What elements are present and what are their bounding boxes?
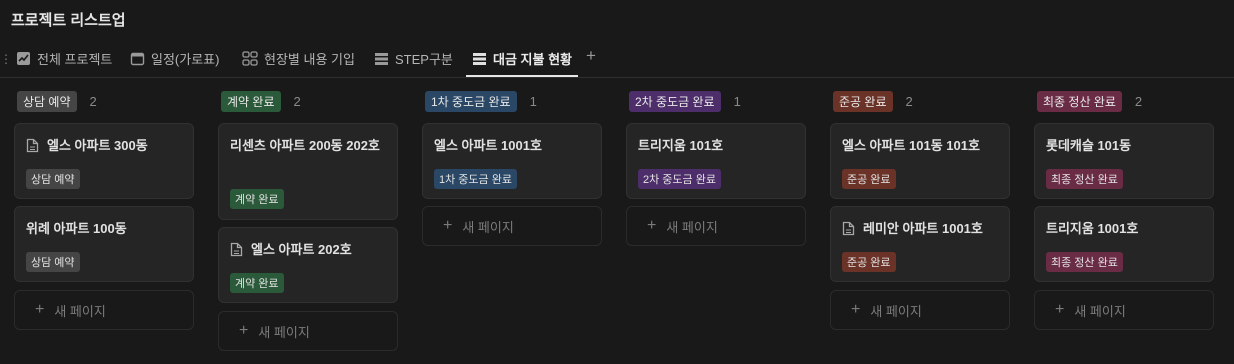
board-card[interactable]: 트리지움 1001호 최종 정산 완료 [1034, 206, 1214, 282]
document-icon [230, 242, 243, 263]
card-title: 엘스 아파트 202호 [251, 242, 352, 257]
gallery-grid-icon [242, 50, 258, 66]
add-view-button[interactable]: + [586, 46, 596, 66]
new-page-button[interactable]: + 새 페이지 [422, 206, 602, 246]
column-status-tag: 상담 예약 [17, 90, 77, 112]
new-page-button[interactable]: + 새 페이지 [14, 290, 194, 330]
table-icon [374, 51, 389, 66]
plus-icon: + [239, 322, 249, 339]
new-page-label: 새 페이지 [870, 303, 922, 319]
board-card[interactable]: 롯데캐슬 101동 최종 정산 완료 [1034, 123, 1214, 199]
column-count: 2 [89, 93, 97, 109]
tab-label: 전체 프로젝트 [37, 51, 113, 67]
page-title: 프로젝트 리스트업 [11, 12, 126, 29]
status-badge: 1차 중도금 완료 [434, 169, 517, 189]
column-count: 1 [733, 93, 741, 109]
tab-all-projects[interactable]: 전체 프로젝트 [16, 40, 112, 76]
new-page-label: 새 페이지 [54, 303, 106, 319]
plus-icon: + [1055, 301, 1065, 318]
board-column-second-payment: 2차 중도금 완료 1 트리지움 101호 2차 중도금 완료 + 새 페이지 [626, 90, 808, 246]
card-title: 엘스 아파트 1001호 [434, 138, 542, 153]
tab-schedule[interactable]: 일정(가로표) [130, 40, 219, 76]
column-status-tag: 계약 완료 [221, 90, 281, 112]
board-icon [472, 51, 487, 66]
card-title: 롯데캐슬 101동 [1046, 138, 1132, 153]
column-count: 2 [1134, 93, 1143, 109]
status-badge: 2차 중도금 완료 [638, 169, 721, 189]
tab-label: 대금 지불 현황 [493, 51, 572, 67]
card-title: 트리지움 1001호 [1046, 221, 1139, 236]
new-page-button[interactable]: + 새 페이지 [218, 311, 398, 351]
card-title: 레미안 아파트 1001호 [863, 221, 983, 236]
column-status-tag: 준공 완료 [833, 90, 893, 112]
status-badge: 최종 정산 완료 [1046, 169, 1123, 189]
tab-site-notes[interactable]: 현장별 내용 기입 [242, 40, 355, 76]
status-badge: 상담 예약 [26, 169, 80, 189]
status-badge: 최종 정산 완료 [1046, 252, 1123, 272]
board-card[interactable]: 위례 아파트 100동 상담 예약 [14, 206, 194, 282]
board-card[interactable]: 리센츠 아파트 200동 202호 계약 완료 [218, 123, 398, 220]
plus-icon: + [443, 217, 453, 234]
new-page-label: 새 페이지 [258, 324, 310, 340]
tab-label: 일정(가로표) [151, 51, 220, 67]
plus-icon: + [851, 301, 861, 318]
new-page-label: 새 페이지 [1074, 303, 1126, 319]
board-column-consult: 상담 예약 2 엘스 아파트 300동 상담 예약 위례 아파트 100동 상담… [14, 90, 196, 330]
column-status-tag: 최종 정산 완료 [1037, 90, 1122, 112]
board-card[interactable]: 엘스 아파트 1001호 1차 중도금 완료 [422, 123, 602, 199]
card-title: 위례 아파트 100동 [26, 221, 127, 236]
tab-step[interactable]: STEP구분 [374, 40, 453, 76]
new-page-label: 새 페이지 [666, 219, 718, 235]
status-badge: 준공 완료 [842, 169, 896, 189]
plus-icon: + [647, 217, 657, 234]
status-badge: 계약 완료 [230, 273, 284, 293]
new-page-button[interactable]: + 새 페이지 [830, 290, 1010, 330]
board-column-final-settlement: 최종 정산 완료 2 롯데캐슬 101동 최종 정산 완료 트리지움 1001호… [1034, 90, 1216, 330]
board-column-contract: 계약 완료 2 리센츠 아파트 200동 202호 계약 완료 엘스 아파트 2… [218, 90, 400, 351]
new-page-label: 새 페이지 [462, 219, 514, 235]
calendar-icon [130, 51, 145, 66]
card-title: 트리지움 101호 [638, 138, 724, 153]
tabs-overflow-handle[interactable]: ⋮ [0, 52, 12, 66]
plus-icon: + [35, 301, 45, 318]
board-card[interactable]: 엘스 아파트 101동 101호 준공 완료 [830, 123, 1010, 199]
tab-label: STEP구분 [395, 51, 453, 67]
card-title: 리센츠 아파트 200동 202호 [230, 138, 380, 153]
card-title: 엘스 아파트 101동 101호 [842, 138, 980, 153]
board-card[interactable]: 트리지움 101호 2차 중도금 완료 [626, 123, 806, 199]
column-count: 2 [905, 93, 913, 109]
tab-label: 현장별 내용 기입 [264, 51, 355, 67]
column-status-tag: 1차 중도금 완료 [425, 90, 517, 112]
view-tabs: ⋮ 전체 프로젝트 일정(가로표) 현장별 내용 기입 STEP구분 대금 지불… [0, 40, 1234, 78]
status-badge: 상담 예약 [26, 252, 80, 272]
document-icon [842, 221, 855, 242]
board-card[interactable]: 엘스 아파트 300동 상담 예약 [14, 123, 194, 199]
status-badge: 계약 완료 [230, 189, 284, 209]
column-count: 1 [529, 93, 537, 109]
tab-payment-status[interactable]: 대금 지불 현황 [466, 40, 578, 77]
new-page-button[interactable]: + 새 페이지 [626, 206, 806, 246]
document-icon [26, 138, 39, 159]
column-status-tag: 2차 중도금 완료 [629, 90, 721, 112]
board-card[interactable]: 레미안 아파트 1001호 준공 완료 [830, 206, 1010, 282]
new-page-button[interactable]: + 새 페이지 [1034, 290, 1214, 330]
trend-chart-icon [16, 51, 31, 66]
card-title: 엘스 아파트 300동 [47, 138, 148, 153]
board-card[interactable]: 엘스 아파트 202호 계약 완료 [218, 227, 398, 303]
board-column-first-payment: 1차 중도금 완료 1 엘스 아파트 1001호 1차 중도금 완료 + 새 페… [422, 90, 604, 246]
column-count: 2 [293, 93, 301, 109]
status-badge: 준공 완료 [842, 252, 896, 272]
board-column-completion: 준공 완료 2 엘스 아파트 101동 101호 준공 완료 레미안 아파트 1… [830, 90, 1012, 330]
